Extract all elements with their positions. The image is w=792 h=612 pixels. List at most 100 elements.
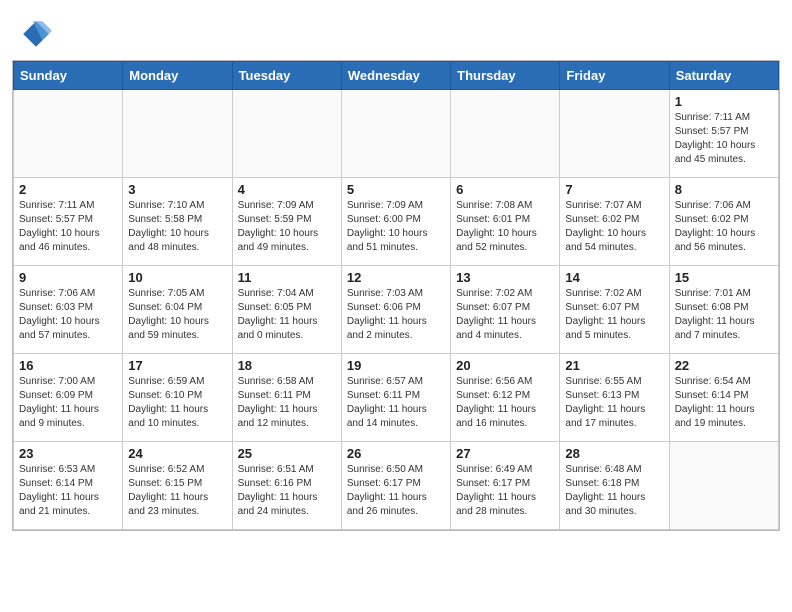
col-thursday: Thursday bbox=[451, 62, 560, 90]
calendar-container: Sunday Monday Tuesday Wednesday Thursday… bbox=[12, 60, 780, 531]
calendar-table: Sunday Monday Tuesday Wednesday Thursday… bbox=[13, 61, 779, 530]
day-cell bbox=[560, 90, 669, 178]
day-cell: 28Sunrise: 6:48 AM Sunset: 6:18 PM Dayli… bbox=[560, 442, 669, 530]
day-info: Sunrise: 6:56 AM Sunset: 6:12 PM Dayligh… bbox=[456, 375, 554, 431]
day-number: 19 bbox=[347, 358, 445, 373]
day-number: 3 bbox=[128, 182, 226, 197]
day-cell: 25 Sunrise: 6:51 AM Sunset: 6:16 PM Dayli… bbox=[232, 442, 341, 530]
day-cell: 22Sunrise: 6:54 AM Sunset: 6:14 PM Dayli… bbox=[669, 354, 778, 442]
day-number: 24 bbox=[128, 446, 226, 461]
day-number: 15 bbox=[675, 270, 773, 285]
day-number: 16 bbox=[19, 358, 117, 373]
day-cell: 15 Sunrise: 7:01 AM Sunset: 6:08 PM Dayli… bbox=[669, 266, 778, 354]
week-row-2: 2 Sunrise: 7:11 AM Sunset: 5:57 PM Daylig… bbox=[14, 178, 779, 266]
day-cell: 9 Sunrise: 7:06 AM Sunset: 6:03 PM Daylig… bbox=[14, 266, 123, 354]
day-info: Sunrise: 6:52 AM Sunset: 6:15 PM Dayligh… bbox=[128, 463, 226, 519]
day-number: 14 bbox=[565, 270, 663, 285]
day-number: 7 bbox=[565, 182, 663, 197]
day-info: Sunrise: 7:09 AM Sunset: 6:00 PM Dayligh… bbox=[347, 199, 445, 255]
col-friday: Friday bbox=[560, 62, 669, 90]
day-cell: 16 Sunrise: 7:00 AM Sunset: 6:09 PM Dayli… bbox=[14, 354, 123, 442]
day-number: 9 bbox=[19, 270, 117, 285]
day-info: Sunrise: 7:05 AM Sunset: 6:04 PM Dayligh… bbox=[128, 287, 226, 343]
week-row-5: 23 Sunrise: 6:53 AM Sunset: 6:14 PM Dayli… bbox=[14, 442, 779, 530]
day-number: 27 bbox=[456, 446, 554, 461]
day-number: 4 bbox=[238, 182, 336, 197]
calendar-header: Sunday Monday Tuesday Wednesday Thursday… bbox=[14, 62, 779, 90]
day-cell: 26Sunrise: 6:50 AM Sunset: 6:17 PM Dayli… bbox=[341, 442, 450, 530]
day-number: 12 bbox=[347, 270, 445, 285]
logo-icon bbox=[20, 18, 52, 50]
day-number: 25 bbox=[238, 446, 336, 461]
day-cell: 3 Sunrise: 7:10 AM Sunset: 5:58 PM Daylig… bbox=[123, 178, 232, 266]
day-cell bbox=[123, 90, 232, 178]
day-info: Sunrise: 6:53 AM Sunset: 6:14 PM Dayligh… bbox=[19, 463, 117, 519]
day-number: 2 bbox=[19, 182, 117, 197]
col-tuesday: Tuesday bbox=[232, 62, 341, 90]
day-info: Sunrise: 7:09 AM Sunset: 5:59 PM Dayligh… bbox=[238, 199, 336, 255]
day-number: 21 bbox=[565, 358, 663, 373]
week-row-3: 9 Sunrise: 7:06 AM Sunset: 6:03 PM Daylig… bbox=[14, 266, 779, 354]
day-number: 26 bbox=[347, 446, 445, 461]
day-cell: 19Sunrise: 6:57 AM Sunset: 6:11 PM Dayli… bbox=[341, 354, 450, 442]
day-info: Sunrise: 7:11 AM Sunset: 5:57 PM Dayligh… bbox=[19, 199, 117, 255]
day-cell: 21 Sunrise: 6:55 AM Sunset: 6:13 PM Dayli… bbox=[560, 354, 669, 442]
day-info: Sunrise: 7:08 AM Sunset: 6:01 PM Dayligh… bbox=[456, 199, 554, 255]
day-number: 23 bbox=[19, 446, 117, 461]
col-saturday: Saturday bbox=[669, 62, 778, 90]
day-info: Sunrise: 7:03 AM Sunset: 6:06 PM Dayligh… bbox=[347, 287, 445, 343]
day-info: Sunrise: 7:06 AM Sunset: 6:02 PM Dayligh… bbox=[675, 199, 773, 255]
day-info: Sunrise: 6:58 AM Sunset: 6:11 PM Dayligh… bbox=[238, 375, 336, 431]
day-cell: 13 Sunrise: 7:02 AM Sunset: 6:07 PM Dayli… bbox=[451, 266, 560, 354]
logo bbox=[20, 18, 56, 50]
day-number: 11 bbox=[238, 270, 336, 285]
day-cell: 14 Sunrise: 7:02 AM Sunset: 6:07 PM Dayli… bbox=[560, 266, 669, 354]
day-info: Sunrise: 6:48 AM Sunset: 6:18 PM Dayligh… bbox=[565, 463, 663, 519]
day-cell: 4 Sunrise: 7:09 AM Sunset: 5:59 PM Daylig… bbox=[232, 178, 341, 266]
day-info: Sunrise: 7:02 AM Sunset: 6:07 PM Dayligh… bbox=[565, 287, 663, 343]
col-monday: Monday bbox=[123, 62, 232, 90]
day-info: Sunrise: 7:01 AM Sunset: 6:08 PM Dayligh… bbox=[675, 287, 773, 343]
day-cell: 6 Sunrise: 7:08 AM Sunset: 6:01 PM Daylig… bbox=[451, 178, 560, 266]
day-number: 5 bbox=[347, 182, 445, 197]
week-row-4: 16 Sunrise: 7:00 AM Sunset: 6:09 PM Dayli… bbox=[14, 354, 779, 442]
day-number: 20 bbox=[456, 358, 554, 373]
day-cell bbox=[14, 90, 123, 178]
day-cell: 8Sunrise: 7:06 AM Sunset: 6:02 PM Daylig… bbox=[669, 178, 778, 266]
day-info: Sunrise: 7:06 AM Sunset: 6:03 PM Dayligh… bbox=[19, 287, 117, 343]
day-info: Sunrise: 7:07 AM Sunset: 6:02 PM Dayligh… bbox=[565, 199, 663, 255]
day-info: Sunrise: 6:51 AM Sunset: 6:16 PM Dayligh… bbox=[238, 463, 336, 519]
day-cell: 17 Sunrise: 6:59 AM Sunset: 6:10 PM Dayli… bbox=[123, 354, 232, 442]
header-row: Sunday Monday Tuesday Wednesday Thursday… bbox=[14, 62, 779, 90]
day-number: 18 bbox=[238, 358, 336, 373]
day-cell bbox=[451, 90, 560, 178]
day-cell: 12 Sunrise: 7:03 AM Sunset: 6:06 PM Dayli… bbox=[341, 266, 450, 354]
day-cell: 23 Sunrise: 6:53 AM Sunset: 6:14 PM Dayli… bbox=[14, 442, 123, 530]
day-info: Sunrise: 6:59 AM Sunset: 6:10 PM Dayligh… bbox=[128, 375, 226, 431]
day-cell: 1 Sunrise: 7:11 AM Sunset: 5:57 PM Daylig… bbox=[669, 90, 778, 178]
day-cell: 18 Sunrise: 6:58 AM Sunset: 6:11 PM Dayli… bbox=[232, 354, 341, 442]
page: Sunday Monday Tuesday Wednesday Thursday… bbox=[0, 0, 792, 612]
header bbox=[0, 0, 792, 60]
day-info: Sunrise: 6:55 AM Sunset: 6:13 PM Dayligh… bbox=[565, 375, 663, 431]
col-sunday: Sunday bbox=[14, 62, 123, 90]
week-row-1: 1 Sunrise: 7:11 AM Sunset: 5:57 PM Daylig… bbox=[14, 90, 779, 178]
day-info: Sunrise: 7:00 AM Sunset: 6:09 PM Dayligh… bbox=[19, 375, 117, 431]
day-number: 13 bbox=[456, 270, 554, 285]
day-info: Sunrise: 7:02 AM Sunset: 6:07 PM Dayligh… bbox=[456, 287, 554, 343]
day-cell: 10 Sunrise: 7:05 AM Sunset: 6:04 PM Dayli… bbox=[123, 266, 232, 354]
day-cell: 7 Sunrise: 7:07 AM Sunset: 6:02 PM Daylig… bbox=[560, 178, 669, 266]
day-number: 17 bbox=[128, 358, 226, 373]
day-cell bbox=[232, 90, 341, 178]
day-number: 22 bbox=[675, 358, 773, 373]
col-wednesday: Wednesday bbox=[341, 62, 450, 90]
day-cell bbox=[669, 442, 778, 530]
day-cell: 5 Sunrise: 7:09 AM Sunset: 6:00 PM Daylig… bbox=[341, 178, 450, 266]
day-cell: 24 Sunrise: 6:52 AM Sunset: 6:15 PM Dayli… bbox=[123, 442, 232, 530]
day-number: 6 bbox=[456, 182, 554, 197]
day-number: 10 bbox=[128, 270, 226, 285]
day-info: Sunrise: 7:04 AM Sunset: 6:05 PM Dayligh… bbox=[238, 287, 336, 343]
day-info: Sunrise: 7:10 AM Sunset: 5:58 PM Dayligh… bbox=[128, 199, 226, 255]
day-info: Sunrise: 7:11 AM Sunset: 5:57 PM Dayligh… bbox=[675, 111, 773, 167]
day-number: 1 bbox=[675, 94, 773, 109]
